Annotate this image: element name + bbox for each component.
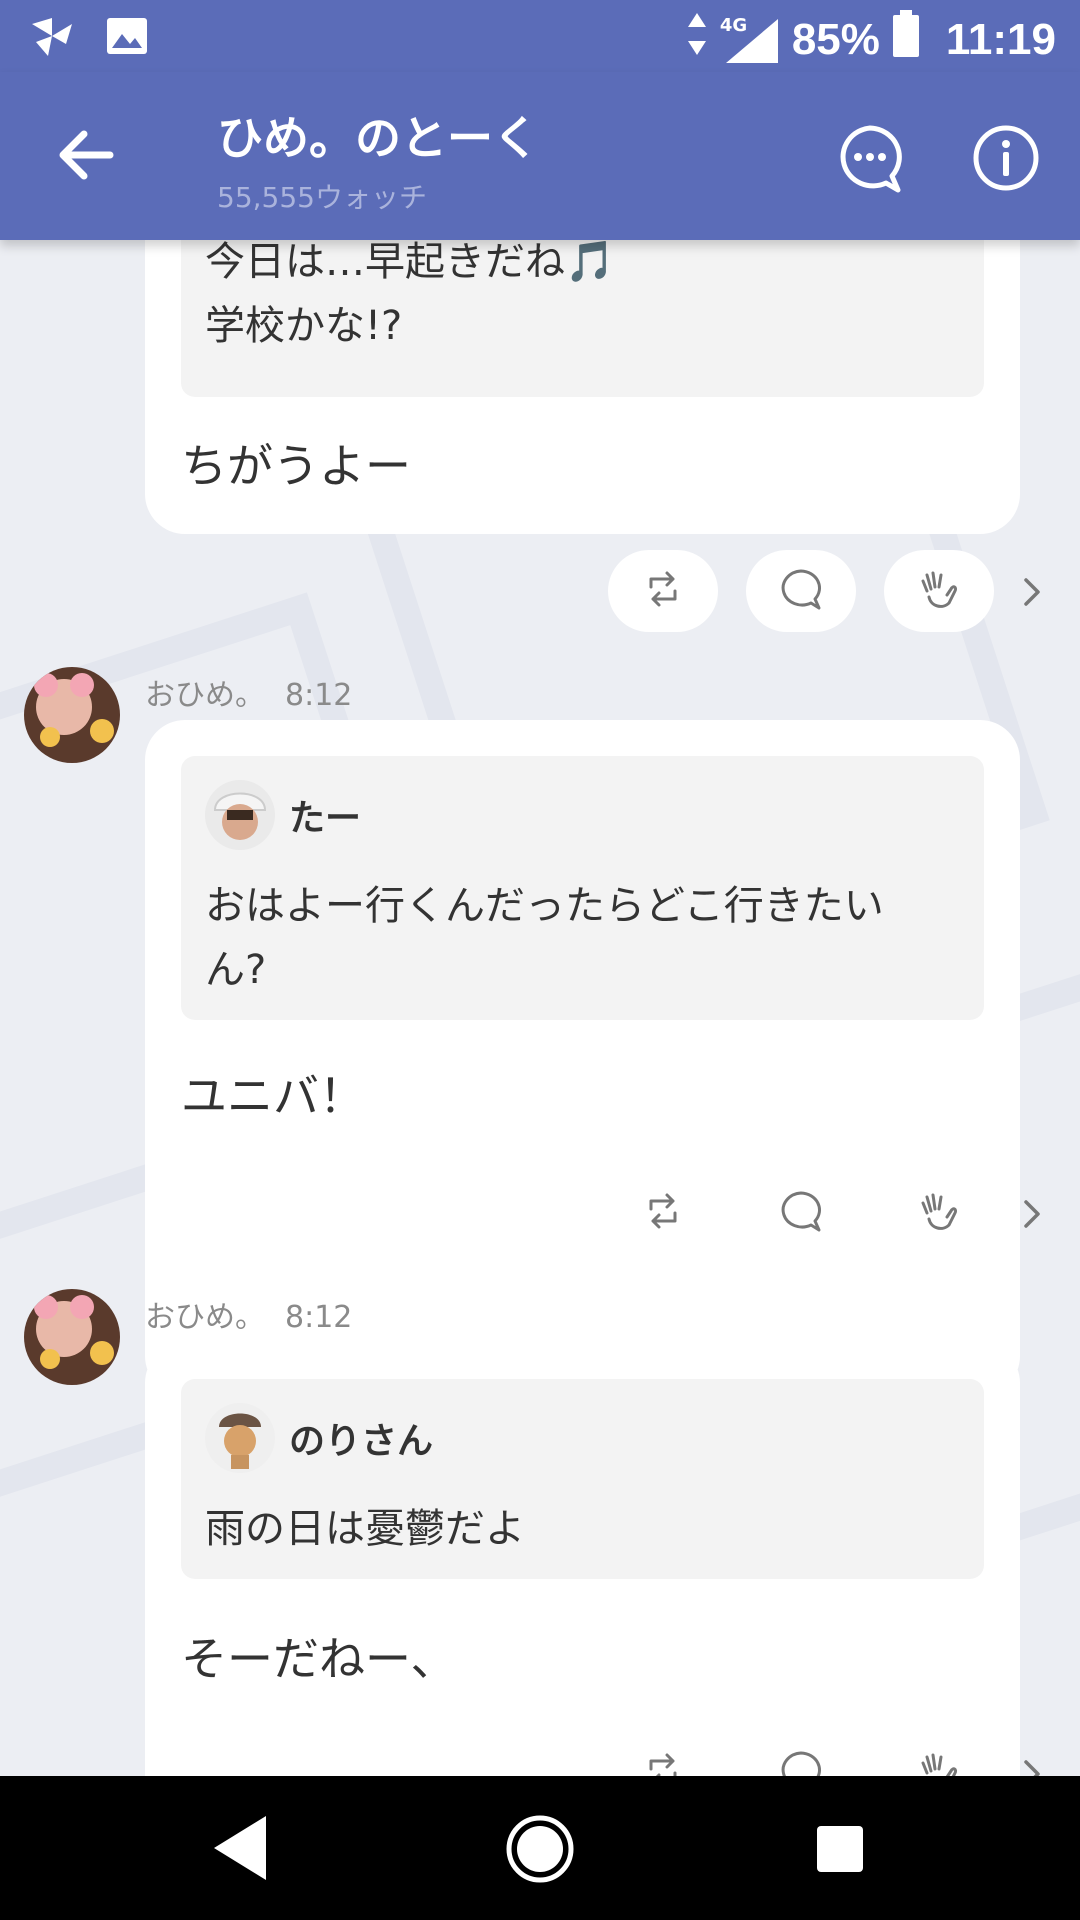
repost-icon bbox=[643, 1751, 683, 1776]
back-arrow-icon[interactable] bbox=[50, 120, 120, 190]
chevron-right-icon[interactable] bbox=[1018, 572, 1046, 612]
pinwheel-icon bbox=[28, 14, 76, 62]
quoted-text: 今日は…早起きだね🎵 学校かな!? bbox=[205, 240, 615, 349]
comment-button[interactable] bbox=[746, 1172, 856, 1254]
clap-button[interactable] bbox=[884, 1172, 994, 1254]
clap-icon bbox=[917, 1189, 961, 1237]
repost-button[interactable] bbox=[608, 1732, 718, 1776]
quoted-avatar bbox=[205, 780, 275, 850]
comment-icon bbox=[779, 1190, 823, 1236]
clap-button[interactable] bbox=[884, 1732, 994, 1776]
avatar[interactable] bbox=[24, 1289, 120, 1385]
reply-text: そーだねー、 bbox=[181, 1632, 457, 1686]
quoted-author-name: たー bbox=[289, 798, 362, 839]
reply-text: ユニバ！ bbox=[181, 1069, 365, 1123]
message-meta: おひめ。 8:12 bbox=[145, 1292, 352, 1336]
watch-count: 55,555ウォッチ bbox=[217, 181, 427, 214]
quoted-avatar bbox=[205, 1403, 275, 1473]
clap-icon bbox=[917, 1749, 961, 1776]
repost-button[interactable] bbox=[608, 1172, 718, 1254]
signal-icon: 4G bbox=[720, 15, 780, 65]
quoted-author: のりさん bbox=[205, 1403, 433, 1473]
repost-icon bbox=[643, 1191, 683, 1235]
data-arrows-icon bbox=[686, 11, 708, 68]
message-actions bbox=[608, 550, 1048, 632]
info-icon[interactable] bbox=[970, 122, 1042, 194]
chat-bubble-icon[interactable] bbox=[834, 122, 906, 194]
repost-icon bbox=[643, 569, 683, 613]
comment-button[interactable] bbox=[746, 550, 856, 632]
page-title: ひめ。のとーく bbox=[217, 111, 539, 165]
status-bar: 4G 85% 11:19 bbox=[0, 0, 1080, 72]
quoted-text: 雨の日は憂鬱だよ bbox=[205, 1506, 525, 1552]
comment-icon bbox=[779, 568, 823, 614]
clap-button[interactable] bbox=[884, 550, 994, 632]
message-meta: おひめ。 8:12 bbox=[145, 670, 352, 714]
image-icon bbox=[106, 16, 148, 60]
battery-icon bbox=[892, 10, 920, 69]
avatar[interactable] bbox=[24, 667, 120, 763]
quoted-text: おはよー行くんだったらどこ行きたい ん? bbox=[205, 883, 884, 993]
quoted-author-name: のりさん bbox=[289, 1421, 434, 1462]
chevron-right-icon[interactable] bbox=[1018, 1194, 1046, 1234]
message-actions bbox=[608, 1732, 1048, 1776]
nav-back-icon[interactable] bbox=[212, 1814, 268, 1886]
nav-home-icon[interactable] bbox=[505, 1814, 575, 1888]
message-feed[interactable]: 今日は…早起きだね🎵 学校かな!? ちがうよー おひめ。 8:12 たー おはよ… bbox=[0, 240, 1080, 1776]
author-name: おひめ。 bbox=[145, 678, 265, 713]
quoted-message[interactable]: 今日は…早起きだね🎵 学校かな!? bbox=[181, 240, 984, 397]
clap-icon bbox=[917, 567, 961, 615]
comment-icon bbox=[779, 1750, 823, 1776]
quoted-message[interactable]: たー おはよー行くんだったらどこ行きたい ん? bbox=[181, 756, 984, 1020]
chevron-right-icon[interactable] bbox=[1018, 1754, 1046, 1776]
timestamp: 8:12 bbox=[285, 678, 353, 713]
reply-text: ちがうよー bbox=[181, 439, 411, 493]
app-header: ひめ。のとーく 55,555ウォッチ bbox=[0, 72, 1080, 240]
message-actions bbox=[608, 1172, 1048, 1254]
timestamp: 8:12 bbox=[285, 1300, 353, 1335]
quoted-author: たー bbox=[205, 780, 361, 850]
battery-percent: 85% bbox=[791, 14, 880, 64]
nav-recent-apps-icon[interactable] bbox=[817, 1826, 863, 1872]
clock: 11:19 bbox=[945, 14, 1056, 64]
repost-button[interactable] bbox=[608, 550, 718, 632]
navigation-bar bbox=[0, 1776, 1080, 1920]
message-bubble[interactable]: のりさん 雨の日は憂鬱だよ そーだねー、 bbox=[145, 1343, 1020, 1776]
comment-button[interactable] bbox=[746, 1732, 856, 1776]
author-name: おひめ。 bbox=[145, 1300, 265, 1335]
quoted-message[interactable]: のりさん 雨の日は憂鬱だよ bbox=[181, 1379, 984, 1579]
message-bubble[interactable]: 今日は…早起きだね🎵 学校かな!? ちがうよー bbox=[145, 240, 1020, 534]
